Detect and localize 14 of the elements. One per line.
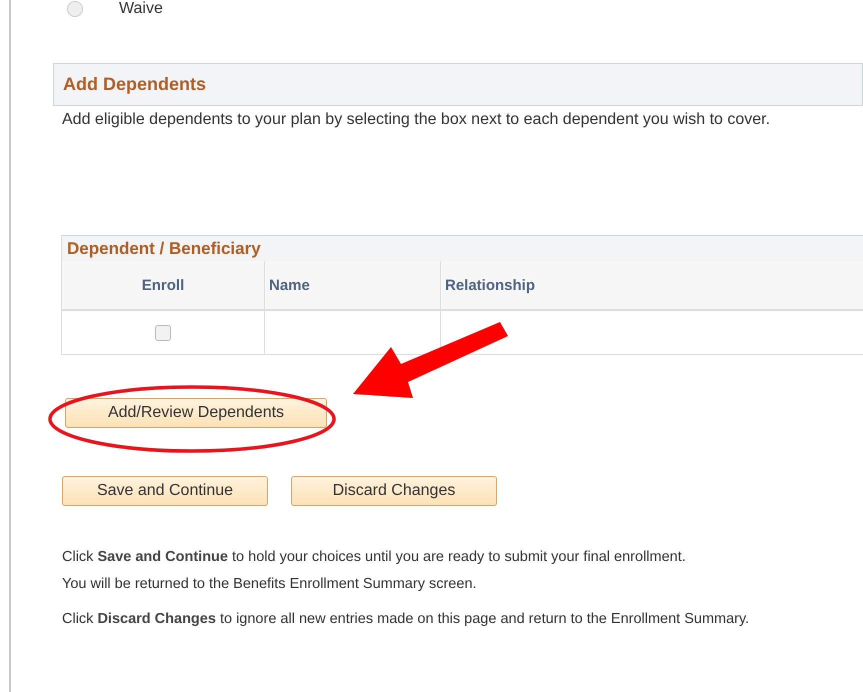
instruction-text: Click Save and Continue to hold your choices until you are ready to submit your final enrollment. You will be returned to the Benefits Enrollment Summary screen. — [62, 548, 687, 594]
action-button[interactable]: Discard Changes — [291, 476, 497, 506]
enroll-checkbox[interactable] — [155, 324, 171, 340]
column-header: Name — [265, 261, 441, 309]
column-header: Relationship — [444, 276, 536, 296]
radio-button[interactable] — [67, 1, 83, 17]
section-title: Add Dependents — [63, 74, 206, 95]
action-button[interactable]: Save and Continue — [62, 476, 268, 506]
instruction-text: Click Discard Changes to ignore all new entries made on this page and return to the Enrollment Summary. — [62, 610, 750, 629]
table-title: Dependent / Beneficiary — [62, 235, 863, 261]
option-label: Waive — [119, 0, 163, 18]
add-review-dependents-button[interactable]: Add/Review Dependents — [65, 398, 327, 428]
section-description: Add eligible dependents to your plan by selecting the box next to each dependent you wish to cover. — [61, 110, 772, 130]
column-header: Enroll — [62, 261, 265, 309]
